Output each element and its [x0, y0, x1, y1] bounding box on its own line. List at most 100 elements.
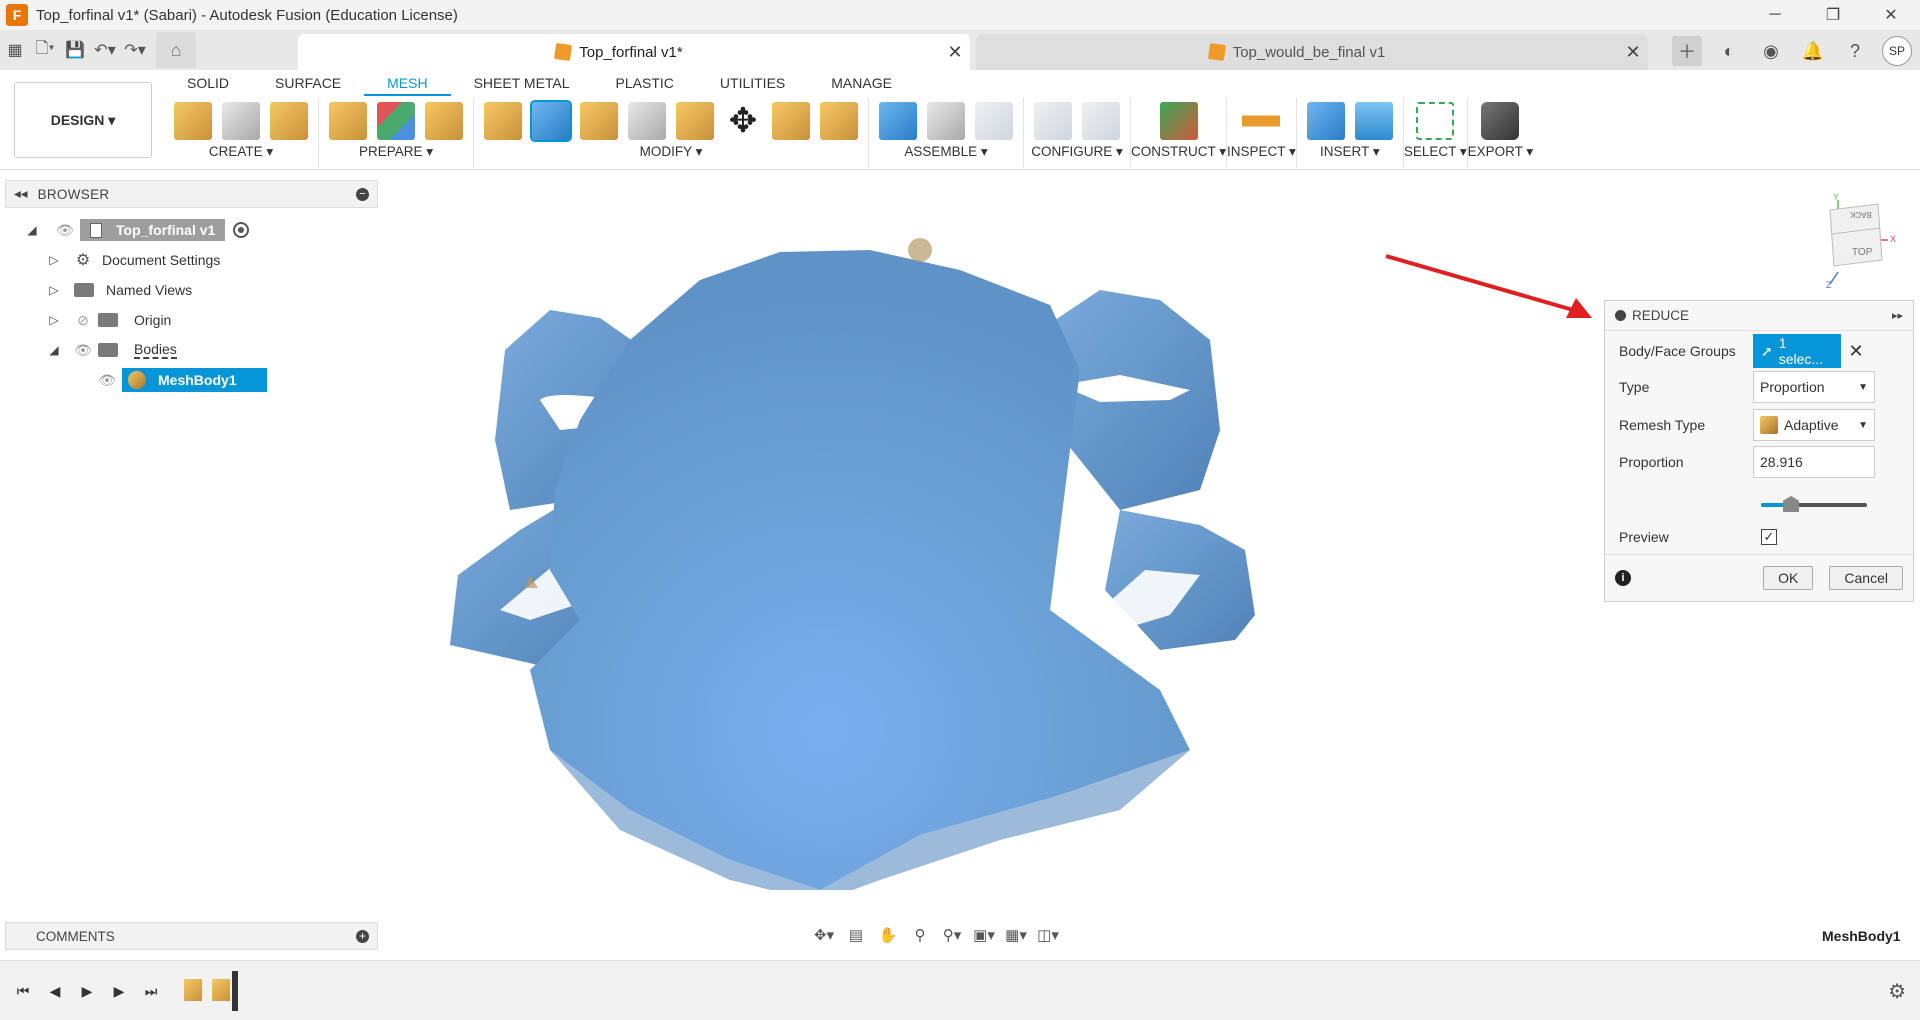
- close-tab-icon[interactable]: ✕: [1618, 42, 1648, 63]
- select-menu[interactable]: SELECT ▾: [1404, 144, 1467, 162]
- combine-icon[interactable]: [676, 102, 714, 140]
- restore-button[interactable]: ❐: [1804, 0, 1862, 30]
- help-icon[interactable]: ?: [1840, 36, 1870, 66]
- viewcube-top-face[interactable]: TOP: [1852, 247, 1872, 258]
- step-back-icon[interactable]: ◀: [44, 980, 66, 1002]
- tab-surface[interactable]: SURFACE: [252, 74, 364, 96]
- mesh-body-model[interactable]: [450, 238, 1255, 890]
- measure-icon[interactable]: [1242, 102, 1281, 140]
- info-icon[interactable]: i: [1615, 570, 1631, 586]
- mesh-viewport[interactable]: [400, 190, 1300, 890]
- collapse-panel-icon[interactable]: ◂◂: [14, 186, 28, 202]
- step-forward-icon[interactable]: ▶: [108, 980, 130, 1002]
- home-icon[interactable]: ⌂: [156, 32, 196, 68]
- timeline-settings-gear-icon[interactable]: ⚙: [1888, 979, 1906, 1004]
- viewports-icon[interactable]: ◫▾: [1034, 922, 1062, 948]
- grid-settings-icon[interactable]: ▦▾: [1002, 922, 1030, 948]
- activate-radio-icon[interactable]: [233, 222, 250, 238]
- create-face-group-icon[interactable]: [270, 102, 308, 140]
- as-built-joint-icon[interactable]: [975, 102, 1013, 140]
- viewcube-back-face[interactable]: BACK: [1850, 210, 1872, 219]
- redo-icon[interactable]: ↷▾: [120, 35, 150, 65]
- add-comment-icon[interactable]: +: [356, 929, 369, 943]
- fit-zoom-icon[interactable]: ⚲▾: [938, 922, 966, 948]
- tab-mesh[interactable]: MESH: [364, 74, 451, 96]
- collapse-dialog-icon[interactable]: [1615, 310, 1626, 321]
- tree-item-named-views[interactable]: ▷ Named Views: [46, 277, 192, 303]
- insert-mesh-icon[interactable]: [174, 102, 212, 140]
- repair-icon[interactable]: [329, 102, 367, 140]
- pan-hand-icon[interactable]: ✋: [874, 922, 902, 948]
- look-at-icon[interactable]: ▤: [842, 922, 870, 948]
- save-icon[interactable]: 💾: [60, 35, 90, 65]
- prepare-menu[interactable]: PREPARE ▾: [359, 144, 433, 162]
- insert-derive-icon[interactable]: [1306, 102, 1345, 140]
- offset-plane-icon[interactable]: [1159, 102, 1198, 140]
- play-icon[interactable]: ▶: [76, 980, 98, 1002]
- canvas-icon[interactable]: [1354, 102, 1393, 140]
- select-icon[interactable]: [1416, 102, 1455, 140]
- timeline-feature-reduce[interactable]: [212, 979, 230, 1001]
- tab-utilities[interactable]: UTILITIES: [697, 74, 808, 96]
- minimize-button[interactable]: ─: [1746, 0, 1804, 30]
- file-menu-icon[interactable]: 🗋▾: [30, 35, 60, 65]
- configuration-table-icon[interactable]: [1082, 102, 1120, 140]
- tab-sheet-metal[interactable]: SHEET METAL: [451, 74, 593, 96]
- undo-icon[interactable]: ↶▾: [90, 35, 120, 65]
- new-component-icon[interactable]: [879, 102, 917, 140]
- timeline-marker[interactable]: [232, 971, 238, 1011]
- notifications-bell-icon[interactable]: 🔔: [1798, 36, 1828, 66]
- tree-root[interactable]: ◢ 👁 Top_forfinal v1: [24, 217, 250, 243]
- type-dropdown[interactable]: Proportion ▼: [1753, 371, 1875, 403]
- collapse-triangle-icon[interactable]: ◢: [46, 343, 62, 357]
- generate-face-groups-icon[interactable]: [377, 102, 415, 140]
- remesh-type-dropdown[interactable]: Adaptive ▼: [1753, 409, 1875, 441]
- timeline-feature-mesh[interactable]: [184, 979, 202, 1001]
- close-window-button[interactable]: ✕: [1862, 0, 1920, 30]
- modify-menu[interactable]: MODIFY ▾: [640, 144, 703, 162]
- extensions-icon[interactable]: ◐: [1714, 36, 1744, 66]
- remesh-icon[interactable]: [484, 102, 522, 140]
- new-tab-icon[interactable]: ＋: [1672, 36, 1702, 66]
- visibility-eye-icon[interactable]: 👁: [72, 342, 94, 359]
- tab-solid[interactable]: SOLID: [164, 74, 252, 96]
- display-settings-icon[interactable]: ▣▾: [970, 922, 998, 948]
- shell-icon[interactable]: [628, 102, 666, 140]
- viewcube[interactable]: BACK TOP Y X Z: [1820, 192, 1900, 292]
- convert-mesh-icon[interactable]: [772, 102, 810, 140]
- joint-icon[interactable]: [927, 102, 965, 140]
- plane-cut-icon[interactable]: [580, 102, 618, 140]
- job-status-icon[interactable]: ◉: [1756, 36, 1786, 66]
- tree-item-meshbody1[interactable]: 👁 MeshBody1: [96, 367, 267, 393]
- export-icon[interactable]: [1481, 102, 1520, 140]
- ok-button[interactable]: OK: [1763, 566, 1814, 590]
- selected-body[interactable]: MeshBody1: [122, 368, 267, 392]
- configure-menu[interactable]: CONFIGURE ▾: [1031, 144, 1123, 162]
- collapse-triangle-icon[interactable]: ◢: [24, 223, 40, 237]
- expand-triangle-icon[interactable]: ▷: [46, 283, 62, 297]
- tab-manage[interactable]: MANAGE: [808, 74, 915, 96]
- clear-selection-icon[interactable]: ✕: [1841, 341, 1871, 362]
- collapse-browser-icon[interactable]: −: [356, 187, 369, 201]
- tab-plastic[interactable]: PLASTIC: [593, 74, 697, 96]
- go-to-end-icon[interactable]: ⏭: [140, 980, 162, 1002]
- configure-icon[interactable]: [1034, 102, 1072, 140]
- selection-button[interactable]: ➚ 1 selec...: [1753, 334, 1841, 368]
- tree-item-origin[interactable]: ▷ ⊘ Origin: [46, 307, 171, 333]
- visibility-eye-icon[interactable]: 👁: [54, 222, 76, 239]
- combine-face-groups-icon[interactable]: [425, 102, 463, 140]
- go-to-start-icon[interactable]: ⏮: [12, 980, 34, 1002]
- reduce-icon[interactable]: [530, 100, 572, 142]
- zoom-icon[interactable]: ⚲: [906, 922, 934, 948]
- tab-top-forfinal[interactable]: Top_forfinal v1* ✕: [298, 34, 970, 70]
- reduce-header[interactable]: REDUCE ▸▸: [1605, 301, 1913, 331]
- proportion-input[interactable]: [1753, 446, 1875, 478]
- app-grid-icon[interactable]: ▦: [0, 35, 30, 65]
- root-component[interactable]: Top_forfinal v1: [80, 219, 226, 241]
- visibility-eye-icon[interactable]: 👁: [96, 372, 118, 389]
- construct-menu[interactable]: CONSTRUCT ▾: [1131, 144, 1226, 162]
- hidden-eye-icon[interactable]: ⊘: [72, 312, 94, 329]
- avatar[interactable]: SP: [1882, 36, 1912, 66]
- create-menu[interactable]: CREATE ▾: [209, 144, 273, 162]
- inspect-menu[interactable]: INSPECT ▾: [1227, 144, 1296, 162]
